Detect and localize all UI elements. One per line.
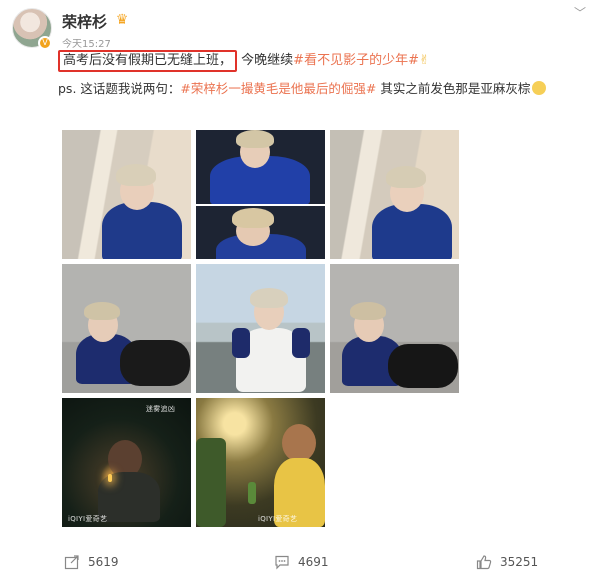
comment-button[interactable]: 4691 <box>274 548 329 576</box>
post-photo[interactable] <box>62 264 191 393</box>
post-photo[interactable] <box>330 264 459 393</box>
watermark: iQIYI爱奇艺 <box>258 515 298 523</box>
post-photo[interactable]: 迷雾追凶 iQIYI爱奇艺 <box>62 398 191 527</box>
chevron-down-icon[interactable]: ﹀ <box>574 4 586 21</box>
smile-emoji-icon <box>532 81 547 95</box>
post-text-line-2: ps. 这话题我说两句：#荣梓杉一撮黄毛是他最后的倔强# 其实之前发色那是亚麻灰… <box>58 78 547 100</box>
verified-icon: V <box>38 36 52 50</box>
victory-hand-icon: ✌ <box>418 53 430 68</box>
post-text: 其实之前发色那是亚麻灰棕 <box>376 81 531 96</box>
post-text: 今晚继续 <box>241 53 294 68</box>
repost-button[interactable]: 5619 <box>64 548 119 576</box>
crown-icon: ♛ <box>115 12 129 28</box>
comment-icon <box>275 555 289 570</box>
repost-icon <box>64 555 79 570</box>
post-text: ps. 这话题我说两句： <box>58 81 181 96</box>
post-photo[interactable] <box>330 130 459 259</box>
watermark: 迷雾追凶 <box>146 405 176 413</box>
author-name[interactable]: 荣梓杉 <box>62 11 107 32</box>
like-count: 35251 <box>500 555 539 569</box>
highlighted-text: 高考后没有假期已无缝上班， <box>58 50 238 72</box>
post-photo[interactable]: iQIYI爱奇艺 <box>196 398 325 527</box>
post-photo[interactable] <box>196 264 325 393</box>
repost-count: 5619 <box>88 555 119 569</box>
post-photo[interactable] <box>62 130 191 259</box>
comment-count: 4691 <box>298 555 329 569</box>
post-photo[interactable] <box>196 130 325 259</box>
watermark: iQIYI爱奇艺 <box>68 515 108 523</box>
post-text-line-1: 高考后没有假期已无缝上班， 今晚继续#看不见影子的少年#✌ <box>58 50 430 72</box>
topic-link[interactable]: #看不见影子的少年# <box>293 53 419 68</box>
like-icon <box>476 555 492 570</box>
like-button[interactable]: 35251 <box>476 548 538 576</box>
action-bar: 5619 4691 35251 <box>0 548 600 576</box>
post-time[interactable]: 今天15:27 <box>62 35 111 50</box>
topic-link[interactable]: #荣梓杉一撮黄毛是他最后的倔强# <box>180 81 376 96</box>
